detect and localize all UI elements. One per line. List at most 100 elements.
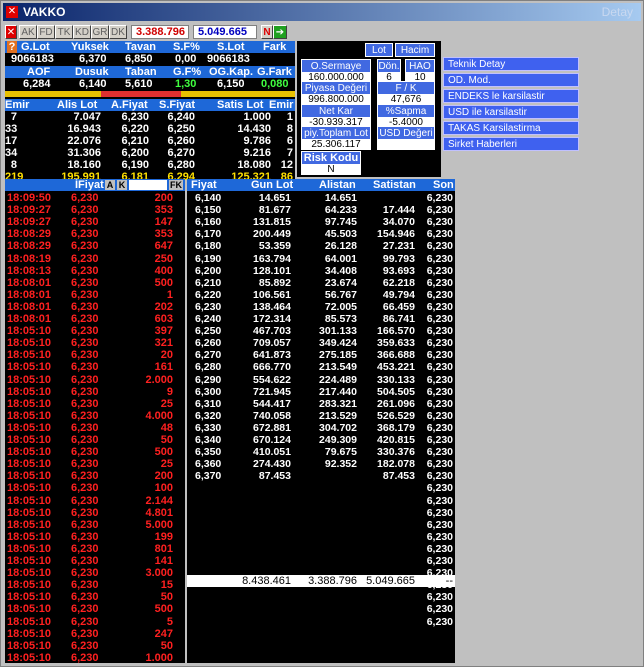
menu-usd[interactable]: USD ile karsilastir: [443, 105, 579, 119]
distribution-row[interactable]: 6,370 87.453 87.453 6,230: [187, 470, 455, 482]
depth-row[interactable]: 7 7.047 6,230 6,240 1.000 1: [5, 111, 295, 123]
distribution-row[interactable]: 6,350 410.051 79.675 330.376 6,230: [187, 446, 455, 458]
close-icon[interactable]: ✕: [6, 6, 18, 18]
trade-row[interactable]: 18:05:10 6,230 50: [5, 591, 185, 603]
trade-row[interactable]: 18:09:50 6,230 200: [5, 192, 185, 204]
trade-row[interactable]: 18:05:10 6,230 100: [5, 482, 185, 494]
toolbar-kd-button[interactable]: KD: [73, 25, 91, 39]
hacim-tab[interactable]: Hacim: [395, 43, 435, 57]
distribution-row[interactable]: 6,240 172.314 85.573 86.741 6,230: [187, 313, 455, 325]
trade-row[interactable]: 18:05:10 6,230 500: [5, 446, 185, 458]
close-small-icon[interactable]: ✕: [5, 25, 17, 39]
toolbar-tk-button[interactable]: TK: [55, 25, 73, 39]
distribution-row[interactable]: 6,230 138.464 72.005 66.459 6,230: [187, 301, 455, 313]
dist-fiyat-header[interactable]: Fiyat: [191, 179, 217, 191]
trade-row[interactable]: 18:05:10 6,230 2.000: [5, 374, 185, 386]
distribution-row[interactable]: 6,200 128.101 34.408 93.693 6,230: [187, 265, 455, 277]
trade-row[interactable]: 18:05:10 6,230 500: [5, 603, 185, 615]
trade-row[interactable]: 18:09:27 6,230 353: [5, 204, 185, 216]
trade-row[interactable]: 18:05:10 6,230 397: [5, 325, 185, 337]
distribution-row[interactable]: 6,210 85.892 23.674 62.218 6,230: [187, 277, 455, 289]
depth-row[interactable]: 34 31.306 6,200 6,270 9.216 7: [5, 147, 295, 159]
distribution-row[interactable]: 6,310 544.417 283.321 261.096 6,230: [187, 398, 455, 410]
distribution-row[interactable]: 6,190 163.794 64.001 99.793 6,230: [187, 253, 455, 265]
trades-filter-input[interactable]: [129, 180, 167, 190]
toolbar-fd-button[interactable]: FD: [37, 25, 55, 39]
distribution-row[interactable]: 6,150 81.677 64.233 17.444 6,230: [187, 204, 455, 216]
n-button[interactable]: N: [261, 25, 273, 39]
menu-takas[interactable]: TAKAS Karsilastirma: [443, 121, 579, 135]
distribution-row[interactable]: 6,260 709.057 349.424 359.633 6,230: [187, 337, 455, 349]
arrow-right-icon[interactable]: ➔: [273, 25, 287, 39]
trade-row[interactable]: 18:08:29 6,230 647: [5, 240, 185, 252]
trade-row[interactable]: 18:05:10 6,230 4.000: [5, 410, 185, 422]
trade-row[interactable]: 18:08:01 6,230 202: [5, 301, 185, 313]
trades-fk-button[interactable]: FK: [169, 180, 183, 190]
trade-row[interactable]: 18:05:10 6,230 48: [5, 422, 185, 434]
menu-endeks[interactable]: ENDEKS le karsilastir: [443, 89, 579, 103]
distribution-row[interactable]: 6,220 106.561 56.767 49.794 6,230: [187, 289, 455, 301]
depth-row[interactable]: 33 16.943 6,220 6,250 14.430 8: [5, 123, 295, 135]
trade-row[interactable]: 18:05:10 6,230 200: [5, 470, 185, 482]
trade-row[interactable]: 18:08:29 6,230 353: [5, 228, 185, 240]
trade-row[interactable]: 18:05:10 6,230 1.000: [5, 652, 185, 664]
dist-gunlot-header[interactable]: Gun Lot: [251, 179, 293, 191]
trades-a-button[interactable]: A: [105, 180, 115, 190]
trade-row[interactable]: 18:05:10 6,230 161: [5, 361, 185, 373]
trade-row[interactable]: 18:05:10 6,230 20: [5, 349, 185, 361]
trade-row[interactable]: 18:05:10 6,230 15: [5, 579, 185, 591]
trade-row[interactable]: 18:05:10 6,230 321: [5, 337, 185, 349]
trade-row[interactable]: 18:09:27 6,230 147: [5, 216, 185, 228]
distribution-row[interactable]: 6,340 670.124 249.309 420.815 6,230: [187, 434, 455, 446]
trade-row[interactable]: 18:05:10 6,230 199: [5, 531, 185, 543]
dist-price: 6,330: [195, 421, 222, 434]
distribution-row[interactable]: 6,280 666.770 213.549 453.221 6,230: [187, 361, 455, 373]
trade-row[interactable]: 18:08:01 6,230 603: [5, 313, 185, 325]
depth-row[interactable]: 17 22.076 6,210 6,260 9.786 6: [5, 135, 295, 147]
distribution-row[interactable]: 6,140 14.651 14.651 6,230: [187, 192, 455, 204]
trades-k-button[interactable]: K: [117, 180, 127, 190]
trade-row[interactable]: 18:05:10 6,230 50: [5, 434, 185, 446]
distribution-row[interactable]: 6,330 672.881 304.702 368.179 6,230: [187, 422, 455, 434]
trade-row[interactable]: 18:05:10 6,230 2.144: [5, 495, 185, 507]
dist-alistan-header[interactable]: Alistan: [319, 179, 356, 191]
help-icon[interactable]: ?: [7, 41, 17, 53]
trade-row[interactable]: 18:05:10 6,230 801: [5, 543, 185, 555]
distribution-row[interactable]: 6,180 53.359 26.128 27.231 6,230: [187, 240, 455, 252]
toolbar-ak-button[interactable]: AK: [19, 25, 37, 39]
trade-row[interactable]: 18:08:13 6,230 400: [5, 265, 185, 277]
menu-od-mod[interactable]: OD. Mod.: [443, 73, 579, 87]
distribution-row[interactable]: 6,300 721.945 217.440 504.505 6,230: [187, 386, 455, 398]
distribution-row[interactable]: 6,160 131.815 97.745 34.070 6,230: [187, 216, 455, 228]
trade-row[interactable]: 18:05:10 6,230 5: [5, 616, 185, 628]
trade-row[interactable]: 18:08:01 6,230 1: [5, 289, 185, 301]
usd-value-button[interactable]: USD Değeri: [377, 126, 435, 140]
trade-row[interactable]: 18:08:01 6,230 500: [5, 277, 185, 289]
lot-tab[interactable]: Lot: [365, 43, 393, 57]
trade-row[interactable]: 18:05:10 6,230 141: [5, 555, 185, 567]
trade-row[interactable]: 18:05:10 6,230 4.801: [5, 507, 185, 519]
title-bar[interactable]: ✕ VAKKO Detay: [3, 3, 641, 21]
toolbar-gr-button[interactable]: GR: [91, 25, 109, 39]
trade-row[interactable]: 18:05:10 6,230 3.000: [5, 567, 185, 579]
trade-row[interactable]: 18:05:10 6,230 25: [5, 458, 185, 470]
depth-row[interactable]: 8 18.160 6,190 6,280 18.080 12: [5, 159, 295, 171]
trade-row[interactable]: 18:05:10 6,230 9: [5, 386, 185, 398]
distribution-row[interactable]: 6,250 467.703 301.133 166.570 6,230: [187, 325, 455, 337]
dist-son-header[interactable]: Son: [433, 179, 454, 191]
dist-alistan: 301.133: [319, 325, 357, 338]
distribution-row[interactable]: 6,270 641.873 275.185 366.688 6,230: [187, 349, 455, 361]
trade-row[interactable]: 18:08:19 6,230 250: [5, 253, 185, 265]
trade-row[interactable]: 18:05:10 6,230 5.000: [5, 519, 185, 531]
distribution-row[interactable]: 6,320 740.058 213.529 526.529 6,230: [187, 410, 455, 422]
trade-row[interactable]: 18:05:10 6,230 247: [5, 628, 185, 640]
menu-teknik-detay[interactable]: Teknik Detay: [443, 57, 579, 71]
distribution-row[interactable]: 6,170 200.449 45.503 154.946 6,230: [187, 228, 455, 240]
distribution-row[interactable]: 6,290 554.622 224.489 330.133 6,230: [187, 374, 455, 386]
menu-sirket-haberleri[interactable]: Sirket Haberleri: [443, 137, 579, 151]
dist-satistan-header[interactable]: Satistan: [373, 179, 416, 191]
toolbar-dk-button[interactable]: DK: [109, 25, 127, 39]
distribution-row[interactable]: 6,360 274.430 92.352 182.078 6,230: [187, 458, 455, 470]
trade-row[interactable]: 18:05:10 6,230 25: [5, 398, 185, 410]
trade-row[interactable]: 18:05:10 6,230 50: [5, 640, 185, 652]
